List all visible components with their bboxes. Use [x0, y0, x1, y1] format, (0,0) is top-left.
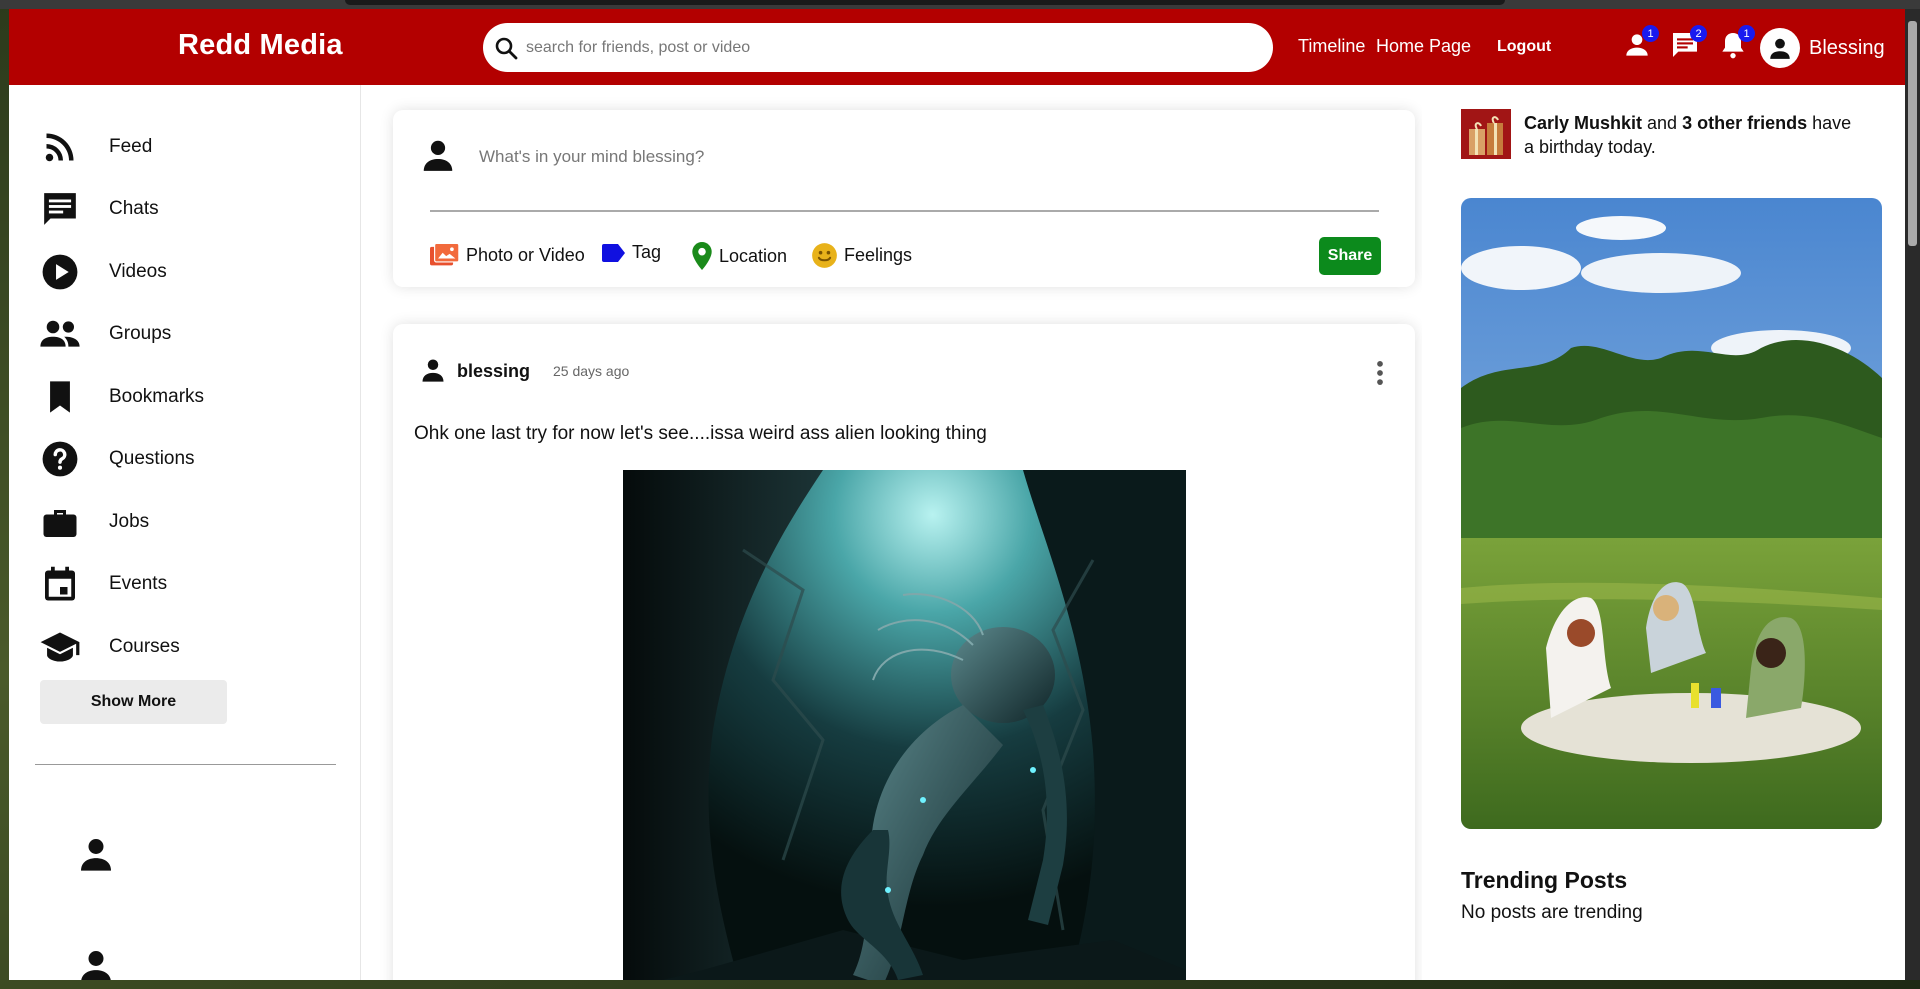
group-icon — [40, 320, 80, 347]
sidebar-item-bookmarks[interactable]: Bookmarks — [39, 375, 204, 419]
sidebar-item-jobs[interactable]: Jobs — [39, 500, 149, 544]
friend-requests-badge: 1 — [1642, 25, 1659, 42]
person-icon[interactable] — [419, 356, 447, 384]
picnic-image — [1461, 198, 1882, 829]
birthday-and: and — [1642, 113, 1683, 133]
feelings-label: Feelings — [844, 245, 913, 265]
sidebar-divider — [35, 764, 336, 765]
messages-button[interactable]: 2 — [1669, 25, 1707, 61]
right-sidebar: Carly Mushkit and 3 other friends have a… — [1422, 85, 1905, 980]
person-icon — [423, 140, 453, 171]
page-scrollbar[interactable] — [1905, 9, 1920, 980]
notifications-button[interactable]: 1 — [1717, 25, 1755, 61]
search-bar[interactable] — [483, 23, 1273, 72]
sidebar-item-label: Bookmarks — [109, 386, 205, 407]
person-icon — [1770, 38, 1790, 59]
location-pin-icon — [692, 242, 712, 270]
user-avatar[interactable] — [1760, 28, 1800, 68]
sidebar-item-label: Feed — [109, 136, 153, 157]
bookmark-icon — [50, 381, 70, 413]
search-icon — [495, 37, 518, 59]
friend-requests-button[interactable]: 1 — [1621, 25, 1659, 61]
post-timestamp: 25 days ago — [553, 363, 630, 379]
trending-empty-text: No posts are trending — [1461, 902, 1643, 923]
left-sidebar: Feed Chats Videos Groups Bookmarks Quest… — [9, 85, 361, 980]
share-divider — [430, 210, 1379, 212]
sidebar-item-questions[interactable]: Questions — [39, 437, 195, 481]
birthday-notice: Carly Mushkit and 3 other friends have a… — [1524, 111, 1864, 159]
sidebar-item-feed[interactable]: Feed — [39, 125, 152, 169]
post-card: blessing 25 days ago Ohk one last try fo… — [393, 324, 1415, 980]
notifications-badge: 1 — [1738, 25, 1755, 42]
sidebar-item-groups[interactable]: Groups — [39, 312, 171, 356]
smile-icon — [812, 243, 837, 268]
home-page-link[interactable]: Home Page — [1376, 36, 1471, 57]
location-label: Location — [719, 245, 788, 266]
sidebar-item-label: Courses — [109, 636, 180, 657]
sidebar-item-videos[interactable]: Videos — [39, 250, 167, 294]
show-more-button[interactable]: Show More — [40, 680, 227, 724]
top-navbar: Redd Media Timeline Home Page Logout 1 2… — [9, 9, 1905, 85]
sidebar-item-label: Videos — [109, 261, 167, 282]
graduation-cap-icon — [40, 632, 80, 662]
birthday-friends[interactable]: 3 other friends — [1682, 113, 1807, 133]
advertisement-image[interactable] — [1461, 198, 1882, 829]
share-input[interactable] — [479, 144, 1359, 170]
post-image[interactable] — [623, 470, 1186, 980]
gift-icon — [1461, 109, 1511, 159]
tag-label: Tag — [632, 242, 662, 262]
play-circle-icon — [42, 254, 78, 290]
share-box: Photo or Video Tag Location Feelings Sha… — [393, 110, 1415, 287]
photo-video-option[interactable]: Photo or Video — [430, 242, 585, 268]
sidebar-item-events[interactable]: Events — [39, 562, 167, 606]
share-button[interactable]: Share — [1319, 237, 1381, 275]
sidebar-item-courses[interactable]: Courses — [39, 625, 180, 669]
timeline-link[interactable]: Timeline — [1298, 36, 1365, 57]
messages-badge: 2 — [1690, 25, 1707, 42]
sidebar-item-label: Events — [109, 573, 168, 594]
help-circle-icon — [42, 441, 78, 477]
feelings-option[interactable]: Feelings — [811, 242, 912, 269]
trending-title: Trending Posts — [1461, 867, 1628, 893]
post-text: Ohk one last try for now let's see....is… — [414, 423, 987, 444]
birthday-name[interactable]: Carly Mushkit — [1524, 113, 1642, 133]
location-option[interactable]: Location — [691, 242, 787, 270]
photo-video-label: Photo or Video — [466, 244, 585, 265]
calendar-icon — [45, 566, 75, 601]
sidebar-item-label: Jobs — [109, 511, 150, 532]
tag-icon — [602, 243, 625, 262]
app-window: Redd Media Timeline Home Page Logout 1 2… — [9, 9, 1905, 980]
person-icon[interactable] — [76, 834, 116, 874]
person-icon[interactable] — [76, 946, 116, 980]
post-author[interactable]: blessing — [457, 361, 530, 382]
briefcase-icon — [43, 510, 77, 537]
scrollbar-thumb[interactable] — [1908, 21, 1917, 246]
rss-icon — [45, 133, 74, 162]
chat-icon — [44, 193, 76, 225]
os-notch — [345, 0, 1505, 5]
os-top-strip — [0, 0, 1920, 9]
sidebar-item-label: Questions — [109, 448, 195, 469]
username-label[interactable]: Blessing — [1809, 37, 1885, 60]
sidebar-item-label: Groups — [109, 323, 172, 344]
alien-cave-image — [623, 470, 1186, 980]
search-input[interactable] — [526, 38, 1226, 57]
sidebar-item-chats[interactable]: Chats — [39, 187, 159, 231]
sidebar-item-label: Chats — [109, 198, 159, 219]
more-vert-icon[interactable] — [1376, 360, 1384, 386]
tag-option[interactable]: Tag — [600, 242, 661, 263]
logout-link[interactable]: Logout — [1497, 38, 1551, 56]
app-logo[interactable]: Redd Media — [178, 29, 343, 62]
photo-library-icon — [430, 242, 460, 266]
